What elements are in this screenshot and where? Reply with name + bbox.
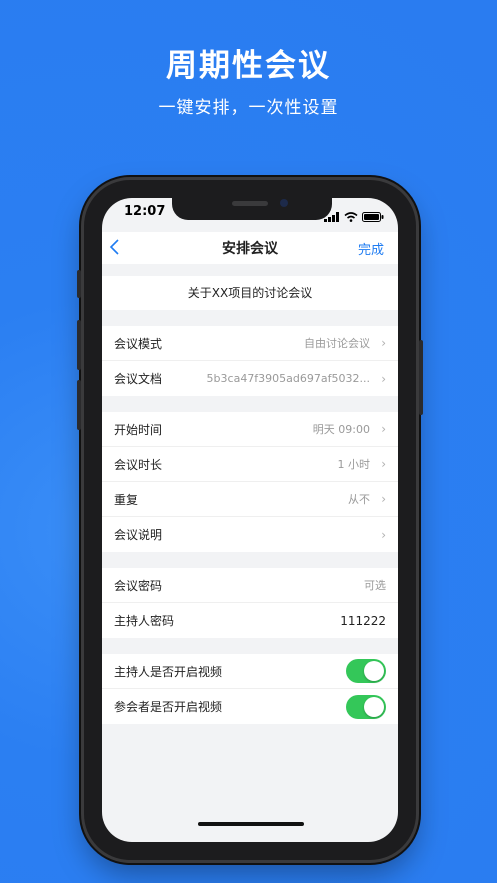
group-passwords: 会议密码 可选 主持人密码 111222 [102,568,398,638]
row-value: 自由讨论会议 [304,337,370,350]
wifi-icon [344,207,358,226]
row-label: 会议密码 [114,578,163,593]
row-label: 会议模式 [114,336,163,351]
chevron-right-icon: › [381,492,386,506]
row-value: 从不 [348,493,370,506]
meeting-topic[interactable]: 关于XX项目的讨论会议 [102,276,398,310]
toggle-knob [364,696,384,717]
host-password-input[interactable]: 111222 [174,614,386,628]
chevron-right-icon: › [381,527,386,542]
power-button [419,340,423,415]
row-meeting-doc[interactable]: 会议文档 5b3ca47f3905ad697af5032... › [102,361,398,396]
done-button[interactable]: 完成 [358,239,384,258]
notch [172,198,332,220]
nav-bar: 安排会议 完成 [102,232,398,264]
app-screen: 12:07 安排会议 完成 关于XX项目的讨论会议 会议模式 自由讨论会议 › … [102,198,398,842]
volume-down-button [77,380,81,430]
front-camera [280,199,288,207]
silent-switch [77,270,81,298]
row-host-password[interactable]: 主持人密码 111222 [102,603,398,638]
group-mode-doc: 会议模式 自由讨论会议 › 会议文档 5b3ca47f3905ad697af50… [102,326,398,396]
group-schedule: 开始时间 明天 09:00 › 会议时长 1 小时 › 重复 从不 › 会议说明 [102,412,398,552]
speaker [232,201,268,206]
chevron-right-icon: › [381,371,386,386]
row-meeting-password[interactable]: 会议密码 可选 [102,568,398,603]
row-meeting-mode[interactable]: 会议模式 自由讨论会议 › [102,326,398,361]
chevron-right-icon: › [381,422,386,436]
row-host-video: 主持人是否开启视频 [102,654,398,689]
toggle-knob [364,661,384,681]
status-time: 12:07 [124,204,166,219]
chevron-right-icon: › [381,336,386,350]
battery-icon [362,207,384,226]
row-value: 1 小时 [337,458,371,471]
row-label: 主持人密码 [114,614,175,628]
host-video-toggle[interactable] [346,659,386,683]
promo-headline: 周期性会议 [166,48,331,84]
home-indicator[interactable] [198,822,304,826]
row-value: 明天 09:00 [312,423,370,436]
row-attendee-video: 参会者是否开启视频 [102,689,398,724]
row-label: 会议文档 [114,372,163,386]
row-value: 5b3ca47f3905ad697af5032... [206,372,370,385]
page-title: 安排会议 [222,241,278,257]
row-label: 主持人是否开启视频 [114,664,223,679]
row-label: 会议时长 [114,457,163,472]
attendee-video-toggle[interactable] [346,694,386,719]
promo-subline: 一键安排，一次性设置 [158,98,339,118]
chevron-right-icon: › [381,457,386,471]
row-label: 会议说明 [114,528,163,542]
row-start-time[interactable]: 开始时间 明天 09:00 › [102,412,398,447]
row-repeat[interactable]: 重复 从不 › [102,482,398,517]
row-label: 重复 [114,492,139,507]
volume-up-button [77,320,81,370]
meeting-form: 关于XX项目的讨论会议 会议模式 自由讨论会议 › 会议文档 5b3ca47f3… [102,264,398,724]
phone-frame: 12:07 安排会议 完成 关于XX项目的讨论会议 会议模式 自由讨论会议 › … [77,180,423,860]
row-label: 开始时间 [114,422,163,437]
row-description[interactable]: 会议说明 › [102,517,398,552]
row-label: 参会者是否开启视频 [114,700,223,714]
password-input[interactable]: 可选 [162,577,386,593]
row-duration[interactable]: 会议时长 1 小时 › [102,447,398,482]
group-video: 主持人是否开启视频 参会者是否开启视频 [102,654,398,724]
